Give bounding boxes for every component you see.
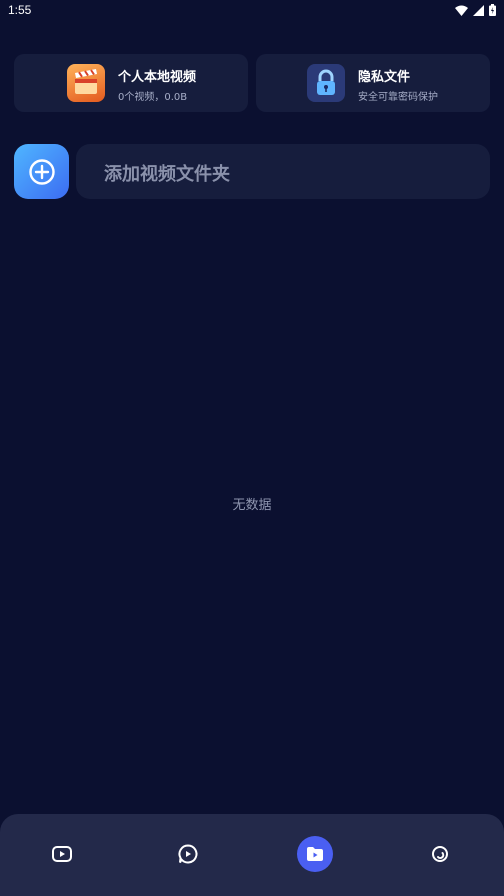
clapperboard-icon — [67, 64, 105, 102]
folder-play-icon — [307, 847, 323, 861]
add-folder-label: 添加视频文件夹 — [104, 164, 230, 185]
battery-icon — [489, 4, 496, 16]
add-folder-field[interactable]: 添加视频文件夹 — [76, 144, 490, 199]
nav-folder-tab[interactable] — [297, 836, 333, 872]
signal-icon — [473, 4, 484, 16]
lock-icon — [307, 64, 345, 102]
local-video-card[interactable]: 个人本地视频 0个视频，0.0B — [14, 54, 248, 112]
profile-icon — [432, 846, 448, 862]
wifi-icon — [455, 5, 468, 16]
local-video-subtitle: 0个视频，0.0B — [118, 92, 188, 103]
chat-play-icon — [178, 844, 198, 864]
private-files-subtitle: 安全可靠密码保护 — [358, 92, 438, 103]
status-time: 1:55 — [8, 3, 32, 17]
nav-video-tab[interactable] — [44, 836, 80, 872]
status-bar: 1:55 — [0, 0, 504, 22]
bottom-nav — [0, 814, 504, 896]
local-video-title: 个人本地视频 — [118, 70, 197, 85]
private-files-title: 隐私文件 — [358, 70, 411, 85]
plus-circle-icon — [28, 158, 55, 185]
nav-chat-tab[interactable] — [170, 836, 206, 872]
add-folder-button[interactable] — [14, 144, 69, 199]
nav-profile-tab[interactable] — [422, 836, 458, 872]
video-play-icon — [52, 846, 72, 862]
status-icons — [455, 3, 496, 17]
empty-state-text: 无数据 — [232, 498, 272, 513]
private-files-card[interactable]: 隐私文件 安全可靠密码保护 — [256, 54, 490, 112]
